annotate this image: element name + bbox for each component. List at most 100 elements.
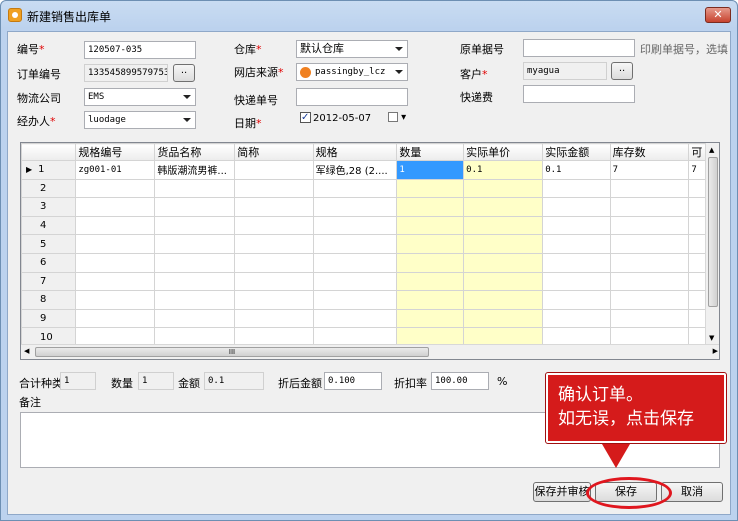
order-no-field[interactable]: 133545899579753 <box>84 64 168 82</box>
grid-cell[interactable] <box>312 234 398 254</box>
grid-cell[interactable] <box>609 197 690 217</box>
grid-cell[interactable] <box>234 252 314 273</box>
table-row[interactable]: 6 <box>21 252 719 273</box>
grid-cell[interactable] <box>396 271 465 292</box>
orig-doc-field[interactable] <box>523 39 635 57</box>
grid-cell[interactable] <box>542 252 611 273</box>
grid-cell[interactable] <box>154 197 236 217</box>
customer-field[interactable]: myagua <box>523 62 607 80</box>
grid-cell[interactable] <box>234 234 314 254</box>
grid-column-header[interactable]: 实际金额 <box>542 143 611 161</box>
grid-cell[interactable] <box>154 234 236 254</box>
grid-cell[interactable] <box>312 215 398 236</box>
warehouse-select[interactable]: 默认仓库 <box>296 40 408 58</box>
grid-cell[interactable]: 韩版潮流男裤... <box>154 160 236 180</box>
grid-cell[interactable]: 0.1 <box>463 160 544 180</box>
code-field[interactable]: 120507-035 <box>84 41 196 59</box>
row-header[interactable]: 3 <box>21 197 77 217</box>
table-row[interactable]: 8 <box>21 290 719 310</box>
grid-cell[interactable] <box>234 215 314 236</box>
row-header[interactable]: ▶ 1 <box>21 160 77 180</box>
grid-vertical-thumb[interactable] <box>708 157 718 307</box>
grid-column-header[interactable]: 实际单价 <box>463 143 544 161</box>
grid-cell[interactable] <box>542 271 611 292</box>
grid-cell[interactable] <box>396 215 465 236</box>
shop-source-select[interactable]: passingby_lcz <box>296 63 408 81</box>
grid-cell[interactable] <box>234 178 314 199</box>
grid-cell[interactable] <box>609 271 690 292</box>
grid-cell[interactable] <box>396 178 465 199</box>
grid-cell[interactable] <box>542 215 611 236</box>
grid-cell[interactable] <box>542 290 611 310</box>
grid-column-header[interactable]: 规格 <box>312 143 398 161</box>
scroll-left-icon[interactable]: ◀ <box>24 347 29 355</box>
grid-cell[interactable] <box>75 252 156 273</box>
calendar-icon[interactable]: ▾ <box>388 110 406 126</box>
grid-cell[interactable] <box>234 290 314 310</box>
grid-column-header[interactable]: 库存数 <box>609 143 690 161</box>
grid-cell[interactable] <box>463 197 544 217</box>
grid-cell[interactable] <box>75 234 156 254</box>
grid-cell[interactable] <box>609 234 690 254</box>
table-row[interactable]: 4 <box>21 215 719 236</box>
table-row[interactable]: 2 <box>21 178 719 199</box>
grid-cell[interactable] <box>463 252 544 273</box>
scroll-up-icon[interactable]: ▲ <box>709 146 714 154</box>
grid-cell[interactable] <box>609 178 690 199</box>
handler-select[interactable]: luodage <box>84 111 196 129</box>
grid-cell[interactable] <box>396 290 465 310</box>
grid-cell[interactable] <box>542 197 611 217</box>
row-header[interactable]: 8 <box>21 290 77 310</box>
grid-cell[interactable] <box>396 197 465 217</box>
grid-cell[interactable]: zg001-01 <box>75 160 156 180</box>
grid-cell[interactable] <box>542 234 611 254</box>
grid-cell[interactable] <box>396 308 465 329</box>
discounted-field[interactable]: 0.100 <box>324 372 382 390</box>
grid-cell[interactable] <box>154 215 236 236</box>
grid-column-header[interactable]: 规格编号 <box>75 143 156 161</box>
grid-cell[interactable] <box>312 178 398 199</box>
grid-cell[interactable] <box>154 308 236 329</box>
scroll-down-icon[interactable]: ▼ <box>709 334 714 342</box>
scroll-right-icon[interactable]: ▶ <box>713 347 718 355</box>
grid-cell[interactable] <box>75 271 156 292</box>
grid-cell[interactable]: 1 <box>396 160 465 180</box>
grid-cell[interactable] <box>609 290 690 310</box>
grid-cell[interactable] <box>463 234 544 254</box>
grid-cell[interactable] <box>154 252 236 273</box>
row-header[interactable]: 6 <box>21 252 77 273</box>
table-row[interactable]: 3 <box>21 197 719 217</box>
grid-cell[interactable] <box>234 271 314 292</box>
grid-cell[interactable] <box>75 197 156 217</box>
grid-cell[interactable]: 军绿色,28 (2.... <box>312 160 398 180</box>
grid-cell[interactable] <box>463 308 544 329</box>
table-row[interactable]: 5 <box>21 234 719 254</box>
grid-cell[interactable] <box>542 308 611 329</box>
order-browse-button[interactable]: .. <box>173 64 195 82</box>
table-row[interactable]: 9 <box>21 308 719 329</box>
grid-vertical-scrollbar[interactable]: ▲ ▼ <box>705 143 719 345</box>
date-picker[interactable]: 2012-05-07 ▾ <box>296 110 408 128</box>
date-enabled-checkbox[interactable] <box>300 110 311 126</box>
table-row[interactable]: ▶ 1 zg001-01 韩版潮流男裤... 军绿色,28 (2.... 1 0.1 0.1 7… <box>21 160 719 180</box>
grid-horizontal-thumb[interactable]: III <box>35 347 429 357</box>
grid-column-header[interactable]: 货品名称 <box>154 143 236 161</box>
grid-cell[interactable] <box>234 197 314 217</box>
grid-cell[interactable] <box>542 178 611 199</box>
product-grid[interactable]: 规格编号 货品名称 简称 规格 数量 实际单价 实际金额 库存数可 ▶ 1 zg001-01 韩版潮… <box>20 142 720 360</box>
grid-cell[interactable] <box>312 197 398 217</box>
row-header[interactable]: 4 <box>21 215 77 236</box>
grid-cell[interactable] <box>312 308 398 329</box>
grid-column-header[interactable]: 数量 <box>396 143 465 161</box>
grid-cell[interactable] <box>463 215 544 236</box>
rate-field[interactable]: 100.00 <box>431 372 489 390</box>
grid-cell[interactable] <box>75 215 156 236</box>
grid-cell[interactable] <box>75 178 156 199</box>
grid-column-header[interactable]: 简称 <box>234 143 314 161</box>
grid-cell[interactable] <box>154 178 236 199</box>
grid-cell[interactable] <box>234 160 314 180</box>
grid-cell[interactable] <box>312 290 398 310</box>
customer-browse-button[interactable]: .. <box>611 62 633 80</box>
grid-cell[interactable]: 7 <box>609 160 690 180</box>
grid-cell[interactable] <box>312 271 398 292</box>
